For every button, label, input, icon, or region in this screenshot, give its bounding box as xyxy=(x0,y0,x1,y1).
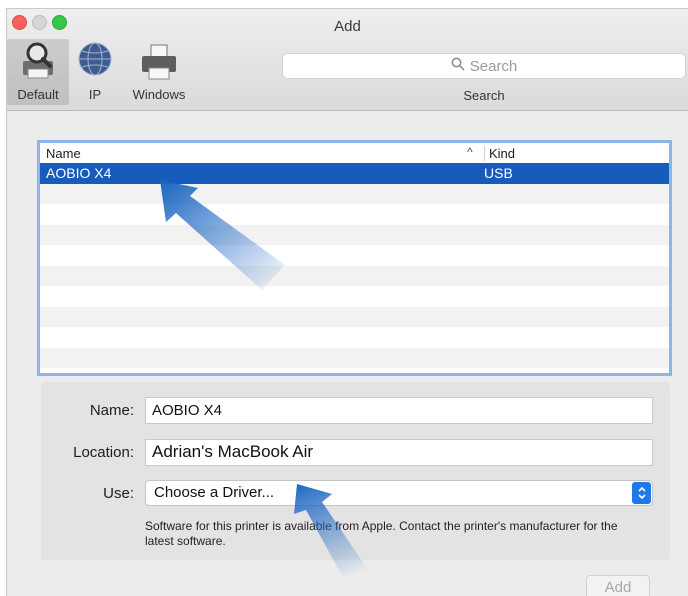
tab-default[interactable]: Default xyxy=(7,39,69,105)
add-button[interactable]: Add xyxy=(586,575,650,596)
empty-row xyxy=(40,265,669,286)
empty-row xyxy=(40,183,669,204)
driver-popup[interactable]: Choose a Driver... xyxy=(145,480,653,506)
tab-windows[interactable]: Windows xyxy=(127,39,191,105)
printer-list[interactable]: Name ^ Kind AOBIO X4 USB xyxy=(37,140,672,376)
empty-row xyxy=(40,327,669,348)
search-placeholder: Search xyxy=(469,57,518,75)
search-icon xyxy=(451,57,465,75)
tab-ip-label: IP xyxy=(88,87,102,102)
use-label: Use: xyxy=(103,485,134,502)
printer-details-panel: Name: AOBIO X4 Location: Adrian's MacBoo… xyxy=(41,382,670,560)
list-rows: AOBIO X4 USB xyxy=(40,163,669,368)
empty-row xyxy=(40,245,669,266)
column-header-name[interactable]: Name xyxy=(46,146,81,161)
printer-row-selected[interactable]: AOBIO X4 USB xyxy=(40,163,669,184)
windows-printer-icon xyxy=(142,44,176,80)
tab-windows-label: Windows xyxy=(132,87,186,102)
default-printer-icon xyxy=(23,42,53,79)
empty-row xyxy=(40,347,669,368)
toolbar: Add Default IP Windows Search Search xyxy=(7,9,688,111)
window-title: Add xyxy=(334,18,361,35)
printer-name-cell: AOBIO X4 xyxy=(46,165,112,181)
driver-popup-value: Choose a Driver... xyxy=(154,484,275,501)
add-printer-window: Add Default IP Windows Search Search Nam… xyxy=(6,8,688,596)
search-caption: Search xyxy=(463,88,505,103)
popup-arrows-icon xyxy=(632,482,651,504)
empty-row xyxy=(40,224,669,245)
column-header-kind[interactable]: Kind xyxy=(484,146,515,161)
name-label: Name: xyxy=(89,402,134,419)
printer-kind-cell: USB xyxy=(484,165,513,181)
empty-row xyxy=(40,306,669,327)
name-field[interactable]: AOBIO X4 xyxy=(145,397,653,424)
location-field[interactable]: Adrian's MacBook Air xyxy=(145,439,653,466)
empty-row xyxy=(40,204,669,225)
tab-default-label: Default xyxy=(17,87,59,102)
search-field[interactable]: Search xyxy=(282,53,686,79)
list-header: Name ^ Kind xyxy=(40,143,669,164)
tab-ip[interactable]: IP xyxy=(75,39,115,105)
empty-row xyxy=(40,286,669,307)
globe-icon xyxy=(78,42,112,76)
driver-note: Software for this printer is available f… xyxy=(145,519,618,548)
sort-ascending-icon: ^ xyxy=(467,145,473,159)
location-label: Location: xyxy=(73,444,134,461)
